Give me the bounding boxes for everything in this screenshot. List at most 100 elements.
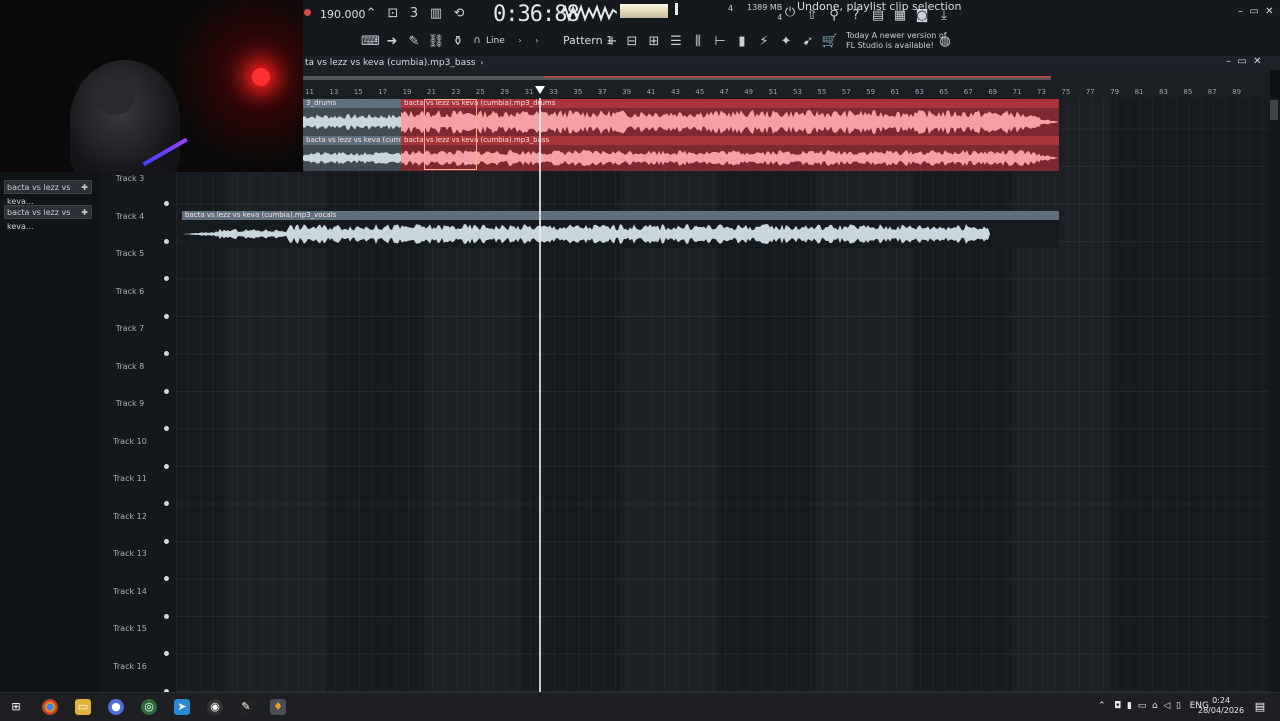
- timeline-ruler[interactable]: 11 13 15 17 19 21 23 25 29 31 33 35 37 39 41 43 45 47 49 51…: [303, 70, 1270, 98]
- link-icon[interactable]: ⛓: [427, 34, 445, 49]
- magnet-icon[interactable]: ∩: [468, 35, 486, 46]
- browser-item[interactable]: bacta vs lezz vs keva... ✚: [4, 205, 92, 231]
- piano-roll-icon[interactable]: ☰: [667, 34, 685, 49]
- countdown-icon[interactable]: 3: [405, 6, 423, 21]
- track-label[interactable]: Track 9: [100, 399, 160, 408]
- mixer-button-icon[interactable]: ⫼: [689, 34, 707, 49]
- channel-rack-icon[interactable]: ⊞: [645, 34, 663, 49]
- file-explorer-icon[interactable]: ▭: [75, 699, 91, 715]
- pin-icon[interactable]: ⇧: [803, 8, 821, 23]
- pattern-prev-icon[interactable]: ›: [528, 36, 546, 45]
- track-label[interactable]: Track 5: [100, 249, 160, 258]
- vocals-clip-header[interactable]: bacta vs lezz vs keva (cumbia).mp3_vocal…: [182, 211, 1059, 220]
- windows-start-icon[interactable]: ⊞: [8, 699, 24, 715]
- chrome-icon[interactable]: [42, 699, 58, 715]
- tray-display-icon[interactable]: ▭: [1138, 701, 1147, 711]
- title-chevron-icon[interactable]: ›: [478, 58, 483, 67]
- track-label[interactable]: Track 7: [100, 324, 160, 333]
- track-label[interactable]: Track 11: [100, 474, 160, 483]
- track-mute-dot[interactable]: [164, 313, 169, 319]
- chat-icon[interactable]: ◙: [913, 8, 931, 23]
- plug-icon[interactable]: ⚡: [755, 34, 773, 49]
- plugin-picker-icon[interactable]: ▮: [733, 34, 751, 49]
- plus-icon[interactable]: ✚: [81, 206, 88, 220]
- playlist-close-icon[interactable]: ✕: [1253, 56, 1261, 67]
- bass-clip-left-header[interactable]: bacta vs lezz vs keva (cumbia).mp3_bass: [303, 136, 401, 145]
- restore-icon[interactable]: ▭: [1249, 6, 1258, 17]
- snap-select[interactable]: Line: [486, 36, 505, 46]
- drums-clip-left-header[interactable]: 3_drums: [303, 99, 401, 108]
- app-icon-arrow[interactable]: ➤: [174, 699, 190, 715]
- app-icon-blue[interactable]: ●: [108, 699, 124, 715]
- tempo-display[interactable]: 190.000: [320, 8, 366, 21]
- vertical-scrollbar[interactable]: [1268, 98, 1280, 692]
- save-icon[interactable]: ▤: [869, 8, 887, 23]
- track-label[interactable]: Track 8: [100, 362, 160, 371]
- drums-clip-left[interactable]: [303, 108, 401, 136]
- network-icon[interactable]: ⌂: [1152, 701, 1158, 711]
- track-mute-dot[interactable]: [164, 538, 169, 544]
- bass-clip-left[interactable]: [303, 145, 401, 171]
- browser-icon[interactable]: ⊢: [711, 34, 729, 49]
- add-pattern-icon[interactable]: +: [603, 34, 621, 49]
- app-icon-pen[interactable]: ✎: [238, 699, 254, 715]
- track-label[interactable]: Track 13: [100, 549, 160, 558]
- track-mute-dot[interactable]: [164, 651, 169, 656]
- obs-icon[interactable]: ◉: [207, 699, 223, 715]
- record-icon[interactable]: [304, 9, 311, 16]
- browser-item[interactable]: bacta vs lezz vs keva... ✚: [4, 180, 92, 206]
- playlist-minimize-icon[interactable]: –: [1226, 56, 1231, 67]
- vocals-clip[interactable]: [182, 220, 1059, 248]
- track-label[interactable]: Track 14: [100, 587, 160, 596]
- track-mute-dot[interactable]: [164, 388, 169, 394]
- news-panel[interactable]: Today A newer version of FL Studio is av…: [846, 31, 947, 51]
- clip-selection-box[interactable]: [424, 99, 477, 170]
- volume-icon[interactable]: ◁: [1163, 701, 1170, 711]
- scroll-thumb[interactable]: [1270, 100, 1278, 120]
- track-mute-dot[interactable]: [164, 613, 169, 619]
- tray-mic-icon[interactable]: ▮: [1127, 701, 1132, 711]
- step-edit-icon[interactable]: ▥: [427, 6, 445, 21]
- track-label[interactable]: Track 6: [100, 287, 160, 296]
- track-label[interactable]: Track 12: [100, 512, 160, 521]
- battery-icon[interactable]: ▯: [1176, 701, 1181, 711]
- bass-clip-main-header[interactable]: bacta vs lezz vs keva (cumbia).mp3_bass: [401, 136, 1059, 145]
- arrow-right-icon[interactable]: ➜: [383, 34, 401, 49]
- drums-clip-main[interactable]: [401, 108, 1059, 136]
- track-label[interactable]: Track 3: [100, 174, 160, 183]
- fl-studio-icon[interactable]: ♦: [270, 699, 286, 715]
- track-mute-dot[interactable]: [164, 201, 169, 206]
- tools-icon[interactable]: ➹: [799, 34, 817, 49]
- bass-clip-main[interactable]: [401, 145, 1059, 171]
- drums-clip-main-header[interactable]: bacta vs lezz vs keva (cumbia).mp3_drums: [401, 99, 1059, 108]
- mic-icon[interactable]: ⚲: [825, 8, 843, 23]
- track-mute-dot[interactable]: [164, 276, 169, 281]
- track-mute-dot[interactable]: [164, 576, 169, 581]
- wait-icon[interactable]: ⊡: [384, 6, 402, 21]
- track-label[interactable]: Track 15: [100, 624, 160, 633]
- stamp-icon[interactable]: ⚱: [449, 34, 467, 49]
- snap-prev-icon[interactable]: ›: [511, 36, 529, 45]
- app-icon-green[interactable]: ◎: [141, 699, 157, 715]
- loop-record-icon[interactable]: ⟲: [450, 6, 468, 21]
- loop-region[interactable]: [543, 76, 1051, 78]
- close-icon[interactable]: ✕: [1265, 6, 1273, 17]
- track-label[interactable]: Track 16: [100, 662, 160, 671]
- track-mute-dot[interactable]: [164, 426, 169, 431]
- globe-icon[interactable]: ◍: [936, 34, 954, 49]
- touch-keyboard-icon[interactable]: ✦: [777, 34, 795, 49]
- minimize-icon[interactable]: –: [1238, 6, 1243, 17]
- playlist-grid[interactable]: [176, 98, 1268, 692]
- track-mute-dot[interactable]: [164, 463, 169, 469]
- download-icon[interactable]: ⤓: [935, 8, 953, 23]
- help-icon[interactable]: ?: [847, 8, 865, 23]
- draw-tool-icon[interactable]: ✎: [405, 34, 423, 49]
- playlist-maximize-icon[interactable]: ▭: [1237, 56, 1246, 67]
- system-clock[interactable]: 0:24 28/04/2026: [1198, 696, 1244, 716]
- playhead-marker[interactable]: [535, 86, 545, 94]
- playlist-icon[interactable]: ⊟: [623, 34, 641, 49]
- track-mute-dot[interactable]: [164, 238, 169, 244]
- typing-keyboard-icon[interactable]: ⌨: [361, 34, 380, 49]
- track-label[interactable]: Track 10: [100, 437, 160, 446]
- plus-icon[interactable]: ✚: [81, 181, 88, 195]
